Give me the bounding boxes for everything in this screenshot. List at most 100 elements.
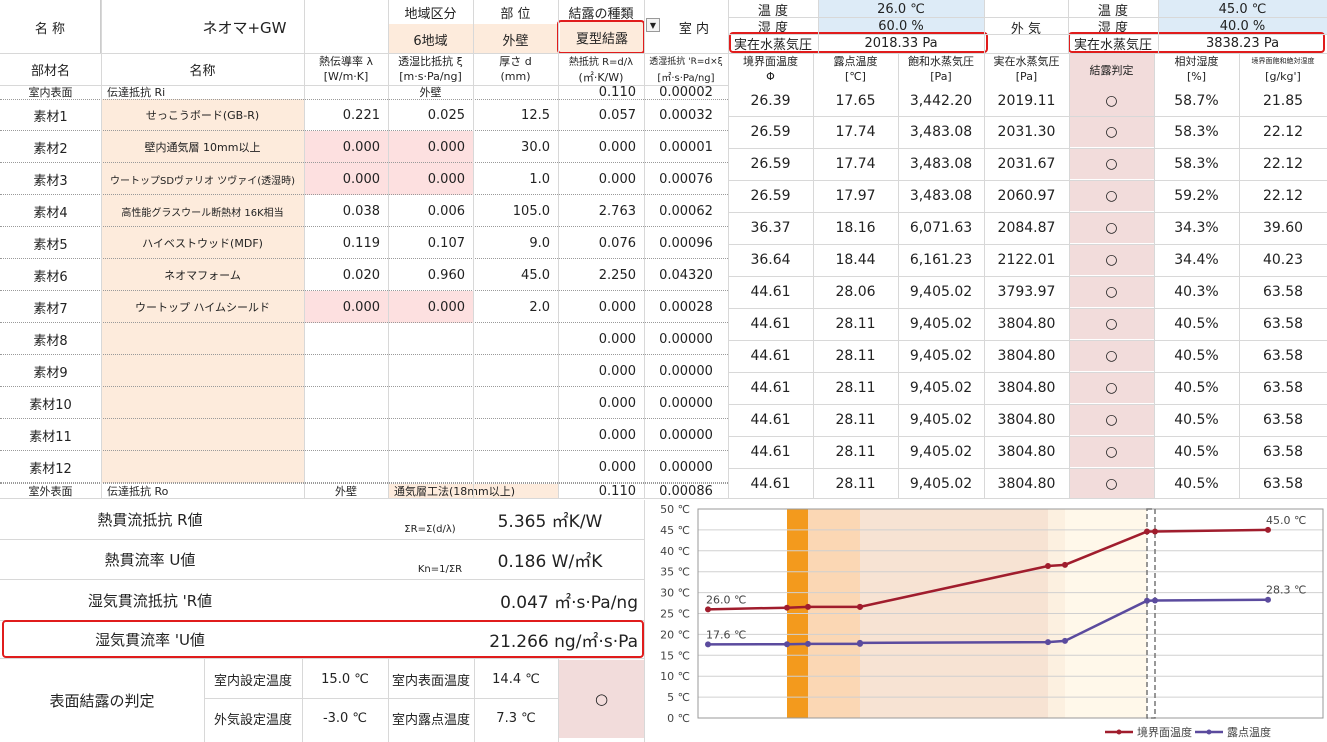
material-xi-cell[interactable]: 0.025 (388, 99, 473, 131)
material-xi-cell[interactable]: 0.000 (388, 163, 473, 195)
material-d-cell[interactable]: 1.0 (473, 163, 558, 195)
boundary-rh-cell: 34.3% (1174, 219, 1219, 236)
material-lambda-cell[interactable]: 0.038 (304, 195, 388, 227)
col-xi-unit: [m·s·Pa/ng] (399, 70, 462, 83)
y-tick-label: 5 ℃ (667, 691, 690, 704)
project-name[interactable]: ネオマ+GW (101, 0, 388, 54)
in-set-value[interactable]: 15.0 ℃ (302, 660, 388, 698)
boundary-dew-cell: 17.74 (835, 155, 876, 172)
y-tick-label: 0 ℃ (667, 712, 690, 725)
material-d-cell[interactable]: 12.5 (473, 99, 558, 131)
material-member-cell: 素材10 (29, 397, 72, 413)
material-xi-cell[interactable]: 0.000 (388, 131, 473, 163)
grid-line (0, 85, 728, 86)
material-lambda-cell[interactable]: 0.020 (304, 259, 388, 291)
material-lambda-cell[interactable] (304, 451, 388, 483)
grid-line (728, 148, 1327, 149)
col-Rp: 透湿抵抗 'R=d×ξ (649, 57, 723, 67)
material-xi-cell[interactable]: 0.006 (388, 195, 473, 227)
cond-type-highlight (557, 20, 645, 54)
series-point (784, 641, 790, 648)
material-d-cell[interactable]: 105.0 (473, 195, 558, 227)
material-d-cell[interactable] (473, 419, 558, 451)
material-lambda-cell[interactable] (304, 387, 388, 419)
col-theta: 境界面温度 (743, 54, 798, 68)
series-point (1152, 528, 1158, 535)
material-lambda-cell[interactable] (304, 419, 388, 451)
material-name-cell[interactable]: 壁内通気層 10mm以上 (101, 131, 304, 163)
material-xi-cell[interactable] (388, 387, 473, 419)
material-lambda-cell[interactable] (304, 323, 388, 355)
material-d-cell[interactable] (473, 387, 558, 419)
boundary-abs-cell: 63.58 (1262, 347, 1304, 364)
legend-marker (1206, 729, 1212, 735)
material-name-cell[interactable] (101, 419, 304, 451)
col-d-unit: (mm) (500, 70, 531, 83)
material-xi-cell[interactable] (388, 451, 473, 483)
grid-line (728, 436, 1327, 437)
material-member-cell: 素材8 (33, 333, 68, 349)
material-d-cell[interactable] (473, 355, 558, 387)
material-lambda-cell[interactable] (304, 355, 388, 387)
boundary-dew-cell: 17.74 (835, 123, 876, 140)
material-lambda-cell[interactable]: 0.119 (304, 227, 388, 259)
y-tick-label: 45 ℃ (660, 524, 690, 537)
dropdown-arrow-icon[interactable]: ▼ (646, 18, 660, 32)
material-member-cell: 素材12 (29, 461, 72, 477)
boundary-rh-cell: 40.5% (1174, 443, 1219, 460)
material-lambda-cell[interactable]: 0.000 (304, 163, 388, 195)
boundary-judge-cell: ○ (1069, 308, 1154, 339)
boundary-sat-cell: 6,071.63 (909, 219, 973, 236)
material-name-cell[interactable]: ネオマフォーム (101, 259, 304, 291)
material-name-cell[interactable]: せっこうボード(GB-R) (101, 99, 304, 131)
material-d-cell[interactable]: 9.0 (473, 227, 558, 259)
material-lambda-cell[interactable]: 0.000 (304, 291, 388, 323)
material-lambda-cell[interactable]: 0.221 (304, 99, 388, 131)
material-d-cell[interactable] (473, 451, 558, 483)
material-d-cell[interactable]: 30.0 (473, 131, 558, 163)
boundary-rh-cell: 40.5% (1174, 315, 1219, 332)
part-select[interactable]: 外壁 (473, 24, 558, 54)
material-xi-cell[interactable] (388, 323, 473, 355)
material-name-cell[interactable]: 高性能グラスウール断熱材 16K相当 (101, 195, 304, 227)
material-d-cell[interactable]: 2.0 (473, 291, 558, 323)
boundary-judge-cell: ○ (1069, 468, 1154, 499)
material-R-cell: 0.000 (598, 331, 636, 347)
material-name-cell[interactable]: ハイベストウッド(MDF) (101, 227, 304, 259)
material-d-cell[interactable] (473, 323, 558, 355)
col-lambda-unit: [W/m·K] (323, 70, 369, 83)
grid-line (0, 354, 728, 355)
material-Rp-cell: 0.00062 (659, 203, 713, 219)
material-name-cell[interactable] (101, 387, 304, 419)
col-lambda: 熱伝導率 λ (318, 54, 373, 68)
material-xi-cell[interactable]: 0.000 (388, 291, 473, 323)
material-name-cell[interactable]: ウートップSDヴァリオ ツヴァイ(透湿時) (101, 163, 304, 195)
material-xi-cell[interactable] (388, 355, 473, 387)
series-point (857, 603, 863, 610)
boundary-dew-cell: 28.06 (835, 283, 876, 300)
in-temp-value[interactable]: 26.0 ℃ (818, 0, 984, 18)
boundary-sat-cell: 3,483.08 (909, 187, 973, 204)
material-xi-cell[interactable]: 0.107 (388, 227, 473, 259)
y-tick-label: 30 ℃ (660, 587, 690, 600)
out-temp-value[interactable]: 45.0 ℃ (1158, 0, 1327, 18)
region-select[interactable]: 6地域 (388, 24, 473, 54)
series-point (805, 640, 811, 647)
material-name-cell[interactable] (101, 355, 304, 387)
material-d-cell[interactable]: 45.0 (473, 259, 558, 291)
material-name-cell[interactable] (101, 451, 304, 483)
material-xi-cell[interactable] (388, 419, 473, 451)
inner-surface-part: 外壁 (419, 86, 442, 99)
r-value: 5.365 ㎡K/W (497, 511, 603, 532)
material-xi-cell[interactable]: 0.960 (388, 259, 473, 291)
material-lambda-cell[interactable]: 0.000 (304, 131, 388, 163)
grid-line (558, 0, 559, 498)
out-set-value[interactable]: -3.0 ℃ (302, 699, 388, 737)
material-name-cell[interactable]: ウートップ ハイムシールド (101, 291, 304, 323)
col-dew: 露点温度 (833, 54, 878, 68)
grid-line (0, 483, 728, 484)
material-name-cell[interactable] (101, 323, 304, 355)
col-abs: 境界面飽和絶対湿度 (1251, 56, 1315, 65)
series-point (705, 641, 711, 648)
boundary-sat-cell: 3,483.08 (909, 155, 973, 172)
